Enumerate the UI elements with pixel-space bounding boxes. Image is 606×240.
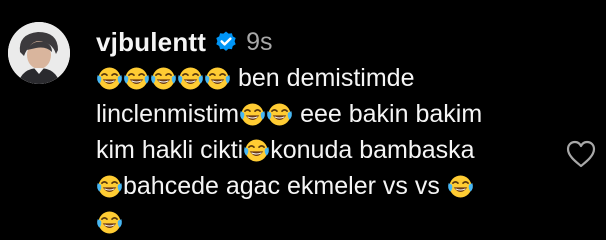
comment-text-segment: kim hakli cikti <box>96 136 244 164</box>
face-with-tears-of-joy-emoji <box>150 65 177 92</box>
heart-outline-icon[interactable] <box>565 139 597 169</box>
face-with-tears-of-joy-emoji <box>266 101 293 128</box>
comment-text-segment: eee bakin bakim <box>300 100 483 128</box>
face-with-tears-of-joy-emoji <box>243 137 270 164</box>
username[interactable]: vjbulentt <box>96 27 206 58</box>
timestamp: 9s <box>246 27 273 56</box>
comment-text-segment: ben demistimde <box>238 64 415 92</box>
comment-line-2: linclenmistim eee bakin bakim <box>96 96 546 132</box>
comment-line-4: bahcede agac ekmeler vs vs <box>96 168 546 204</box>
avatar[interactable] <box>8 22 70 84</box>
face-with-tears-of-joy-emoji <box>96 209 123 236</box>
face-with-tears-of-joy-emoji <box>447 173 474 200</box>
face-with-tears-of-joy-emoji <box>96 65 123 92</box>
face-with-tears-of-joy-emoji <box>123 65 150 92</box>
comment-item: vjbulentt 9s ben demistimde linclenmisti… <box>0 0 606 240</box>
comment-line-1: ben demistimde <box>96 60 546 96</box>
comment-text: ben demistimde linclenmistim eee bakin b… <box>96 60 546 240</box>
face-with-tears-of-joy-emoji <box>204 65 231 92</box>
verified-badge-icon <box>214 30 238 54</box>
comment-line-5 <box>96 204 546 240</box>
comment-header: vjbulentt 9s <box>96 26 273 58</box>
comment-text-segment: bahcede agac ekmeler vs vs <box>123 172 440 200</box>
comment-text-segment: linclenmistim <box>96 100 240 128</box>
comment-text-segment: konuda bambaska <box>270 136 475 164</box>
face-with-tears-of-joy-emoji <box>96 173 123 200</box>
face-with-tears-of-joy-emoji <box>239 101 266 128</box>
comment-line-3: kim hakli cikti konuda bambaska <box>96 132 546 168</box>
face-with-tears-of-joy-emoji <box>177 65 204 92</box>
